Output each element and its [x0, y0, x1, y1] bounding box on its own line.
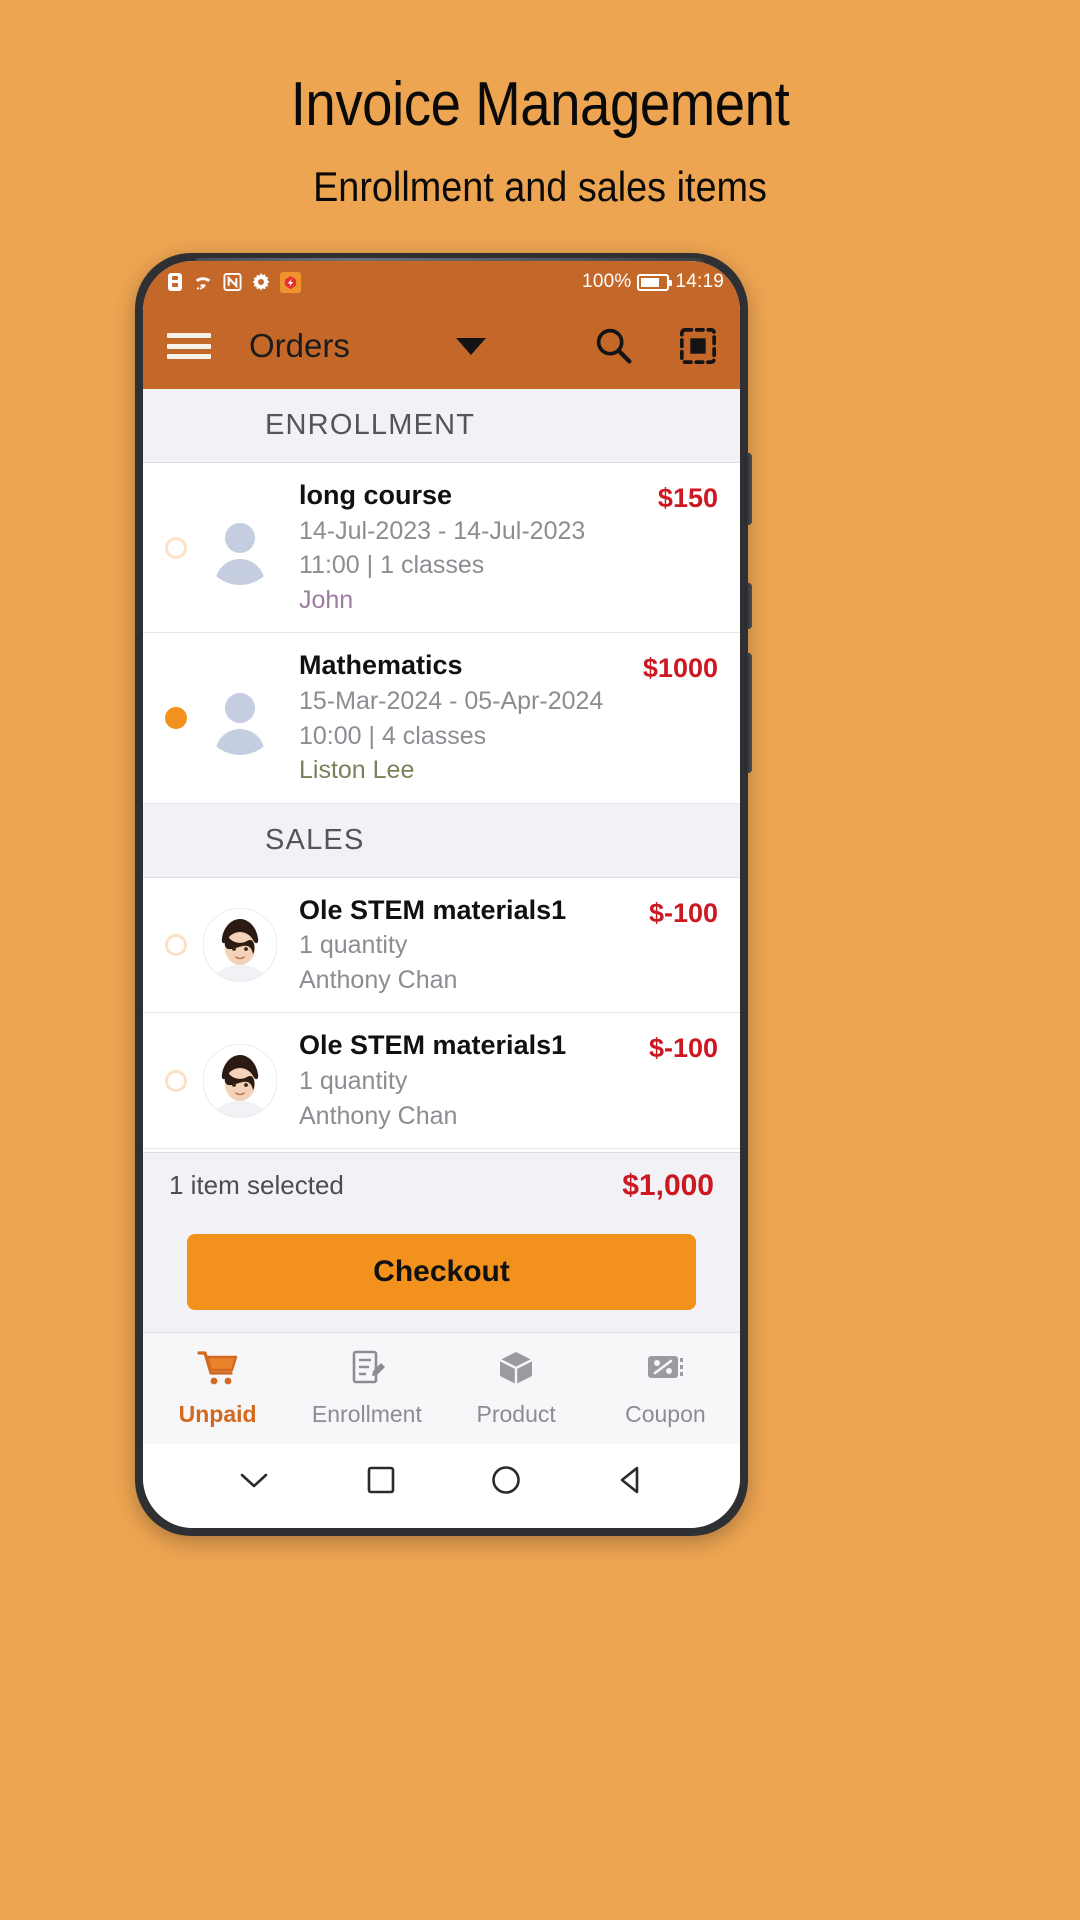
nfc-icon: [223, 272, 242, 292]
status-time-label: 14:19: [675, 271, 724, 292]
table-row[interactable]: Mathematics 15-Mar-2024 - 05-Apr-2024 10…: [143, 633, 740, 804]
shopping-cart-icon: [197, 1349, 239, 1392]
row-subtitle-time: 10:00 | 4 classes: [299, 721, 487, 750]
sim-icon: [167, 272, 183, 292]
row-subtitle-quantity: 1 quantity: [299, 931, 408, 960]
chevron-down-hide-keyboard-icon[interactable]: [235, 1467, 273, 1493]
app-icon: [280, 271, 301, 293]
percent-tag-icon: [644, 1349, 686, 1392]
app-bar: Orders: [143, 303, 740, 389]
select-all-icon[interactable]: [678, 326, 718, 366]
row-title: long course: [299, 480, 453, 510]
selected-total-amount: $1,000: [622, 1168, 714, 1202]
checkout-button[interactable]: Checkout: [187, 1234, 696, 1310]
row-person-name: Anthony Chan: [299, 1101, 458, 1130]
row-subtitle-dates: 15-Mar-2024 - 05-Apr-2024: [299, 687, 604, 715]
status-bar: 100% 14:19: [143, 261, 740, 303]
search-icon[interactable]: [594, 326, 634, 366]
row-title: Ole STEM materials1: [299, 894, 567, 925]
section-header-enrollment: ENROLLMENT: [143, 389, 740, 463]
row-subtitle-quantity: 1 quantity: [299, 1067, 408, 1095]
tab-label: Enrollment: [311, 1401, 422, 1427]
row-price: $-100: [648, 1033, 718, 1064]
table-row[interactable]: long course 14-Jul-2023 - 14-Jul-2023 11…: [143, 463, 740, 634]
person-placeholder-avatar: [203, 511, 277, 585]
wifi-icon: [192, 272, 214, 292]
phone-mockup: 100% 14:19 Orders ENROLLMENT long course…: [135, 253, 752, 1536]
battery-charging-icon: [637, 273, 673, 291]
row-price: $1000: [642, 653, 718, 684]
phone-power-button: [745, 653, 752, 773]
chevron-down-icon[interactable]: [455, 337, 486, 355]
section-header-sales: SALES: [143, 803, 740, 878]
phone-screen: 100% 14:19 Orders ENROLLMENT long course…: [143, 261, 740, 1528]
phone-volume-up-button: [745, 453, 752, 525]
table-row[interactable]: Ole STEM materials1 1 quantity Anthony C…: [143, 1013, 740, 1149]
row-select-radio[interactable]: [165, 1069, 187, 1092]
product-photo-avatar: [203, 907, 277, 982]
phone-volume-down-button: [745, 583, 752, 629]
selected-count-label: 1 item selected: [169, 1170, 344, 1200]
box-icon: [496, 1349, 536, 1392]
triangle-back-icon[interactable]: [614, 1463, 648, 1497]
hamburger-menu-icon[interactable]: [167, 329, 211, 363]
table-row[interactable]: Ole STEM materials1 2 quantity Anthony C…: [143, 1149, 740, 1152]
row-select-radio[interactable]: [165, 706, 187, 729]
page-title: Orders: [249, 327, 350, 364]
table-row[interactable]: Ole STEM materials1 1 quantity Anthony C…: [143, 877, 740, 1014]
row-price: $150: [657, 483, 718, 513]
battery-percent-label: 100%: [582, 271, 632, 292]
row-price: $-100: [648, 897, 718, 928]
tab-label: Unpaid: [178, 1401, 257, 1427]
row-select-radio[interactable]: [165, 536, 187, 559]
square-recents-icon[interactable]: [364, 1463, 398, 1497]
row-title: Mathematics: [299, 650, 463, 681]
bottom-tab-bar: Unpaid Enrollment Product Coupon: [143, 1332, 740, 1444]
android-navigation-bar: [143, 1444, 740, 1528]
row-person-name: Liston Lee: [299, 756, 415, 784]
row-subtitle-time: 11:00 | 1 classes: [299, 551, 485, 580]
promo-subtitle: Enrollment and sales items: [313, 163, 767, 210]
row-person-name: John: [299, 585, 354, 614]
row-select-radio[interactable]: [165, 933, 187, 956]
tab-label: Coupon: [625, 1401, 706, 1427]
selection-summary-bar: 1 item selected $1,000: [143, 1152, 740, 1218]
product-photo-avatar: [203, 1043, 277, 1118]
tab-unpaid[interactable]: Unpaid: [143, 1349, 292, 1428]
promo-header: Invoice Management Enrollment and sales …: [0, 0, 1080, 208]
form-edit-icon: [347, 1349, 387, 1392]
order-list[interactable]: ENROLLMENT long course 14-Jul-2023 - 14-…: [143, 389, 740, 1152]
tab-coupon[interactable]: Coupon: [591, 1349, 740, 1428]
promo-title: Invoice Management: [290, 70, 790, 139]
tab-label: Product: [476, 1401, 556, 1427]
circle-home-icon[interactable]: [489, 1463, 523, 1497]
tab-enrollment[interactable]: Enrollment: [292, 1349, 441, 1428]
gear-icon: [251, 272, 271, 292]
row-subtitle-dates: 14-Jul-2023 - 14-Jul-2023: [299, 516, 586, 545]
person-placeholder-avatar: [203, 681, 277, 755]
row-person-name: Anthony Chan: [299, 965, 458, 994]
row-title: Ole STEM materials1: [299, 1030, 567, 1061]
tab-product[interactable]: Product: [442, 1349, 591, 1428]
checkout-area: Checkout: [143, 1218, 740, 1332]
